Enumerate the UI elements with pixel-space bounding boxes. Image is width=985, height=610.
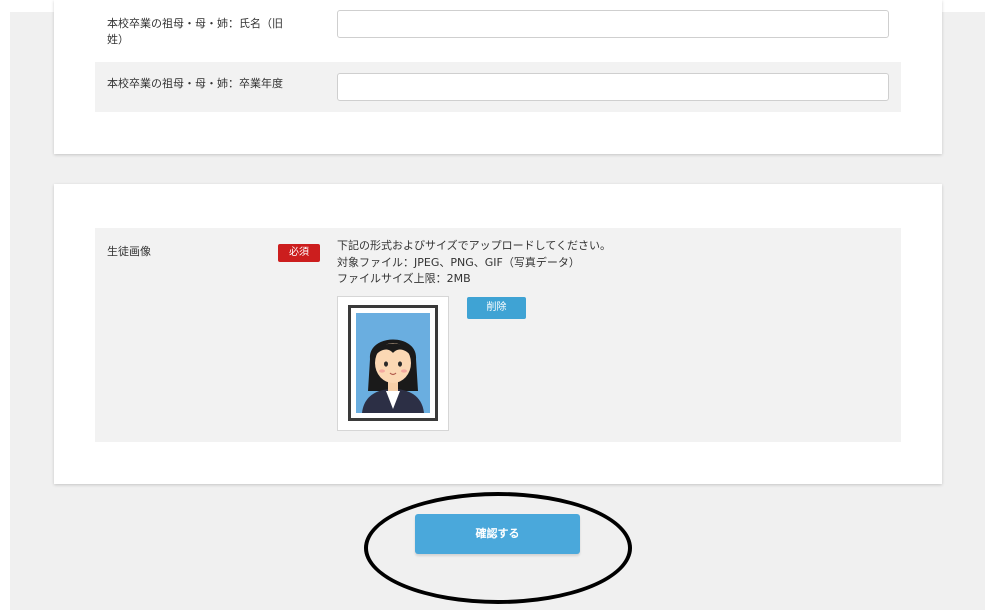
guardian-name-input[interactable] — [337, 10, 889, 38]
student-photo-image — [356, 313, 430, 413]
guardian-year-row: 本校卒業の祖母・母・姉：卒業年度 — [95, 62, 901, 112]
photo-preview — [337, 296, 449, 431]
delete-photo-button[interactable]: 削除 — [467, 297, 526, 319]
instruction-line: 下記の形式およびサイズでアップロードしてください。 — [337, 239, 612, 252]
guardian-year-input[interactable] — [337, 73, 889, 101]
instruction-line: 対象ファイル：JPEG、PNG、GIF（写真データ） — [337, 255, 580, 269]
guardian-name-label: 本校卒業の祖母・母・姉：氏名（旧姓） — [107, 17, 283, 46]
confirm-button[interactable]: 確認する — [415, 514, 580, 554]
instruction-line: ファイルサイズ上限：2MB — [337, 272, 471, 285]
photo-frame — [348, 305, 438, 421]
student-photo-row: 生徒画像 必須 下記の形式およびサイズでアップロードしてください。 対象ファイル… — [95, 228, 901, 442]
guardian-year-label: 本校卒業の祖母・母・姉：卒業年度 — [107, 77, 283, 90]
student-photo-label: 生徒画像 — [107, 245, 151, 258]
required-badge: 必須 — [278, 244, 320, 262]
upload-instructions: 下記の形式およびサイズでアップロードしてください。 対象ファイル：JPEG、PN… — [337, 238, 611, 288]
guardian-name-row: 本校卒業の祖母・母・姉：氏名（旧姓） — [95, 10, 901, 60]
